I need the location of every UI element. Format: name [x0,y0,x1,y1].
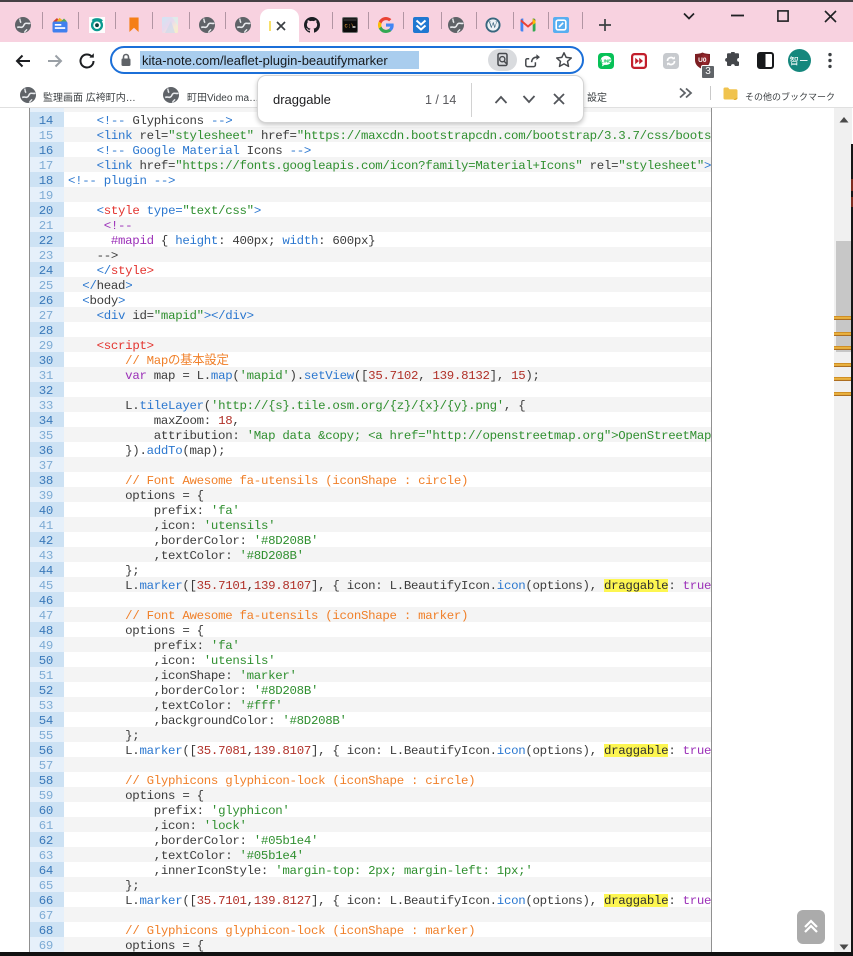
svg-text:W: W [489,21,498,31]
svg-text:U0: U0 [698,57,707,64]
svg-text:LINE: LINE [601,58,611,63]
svg-text:智ー: 智ー [789,55,808,67]
